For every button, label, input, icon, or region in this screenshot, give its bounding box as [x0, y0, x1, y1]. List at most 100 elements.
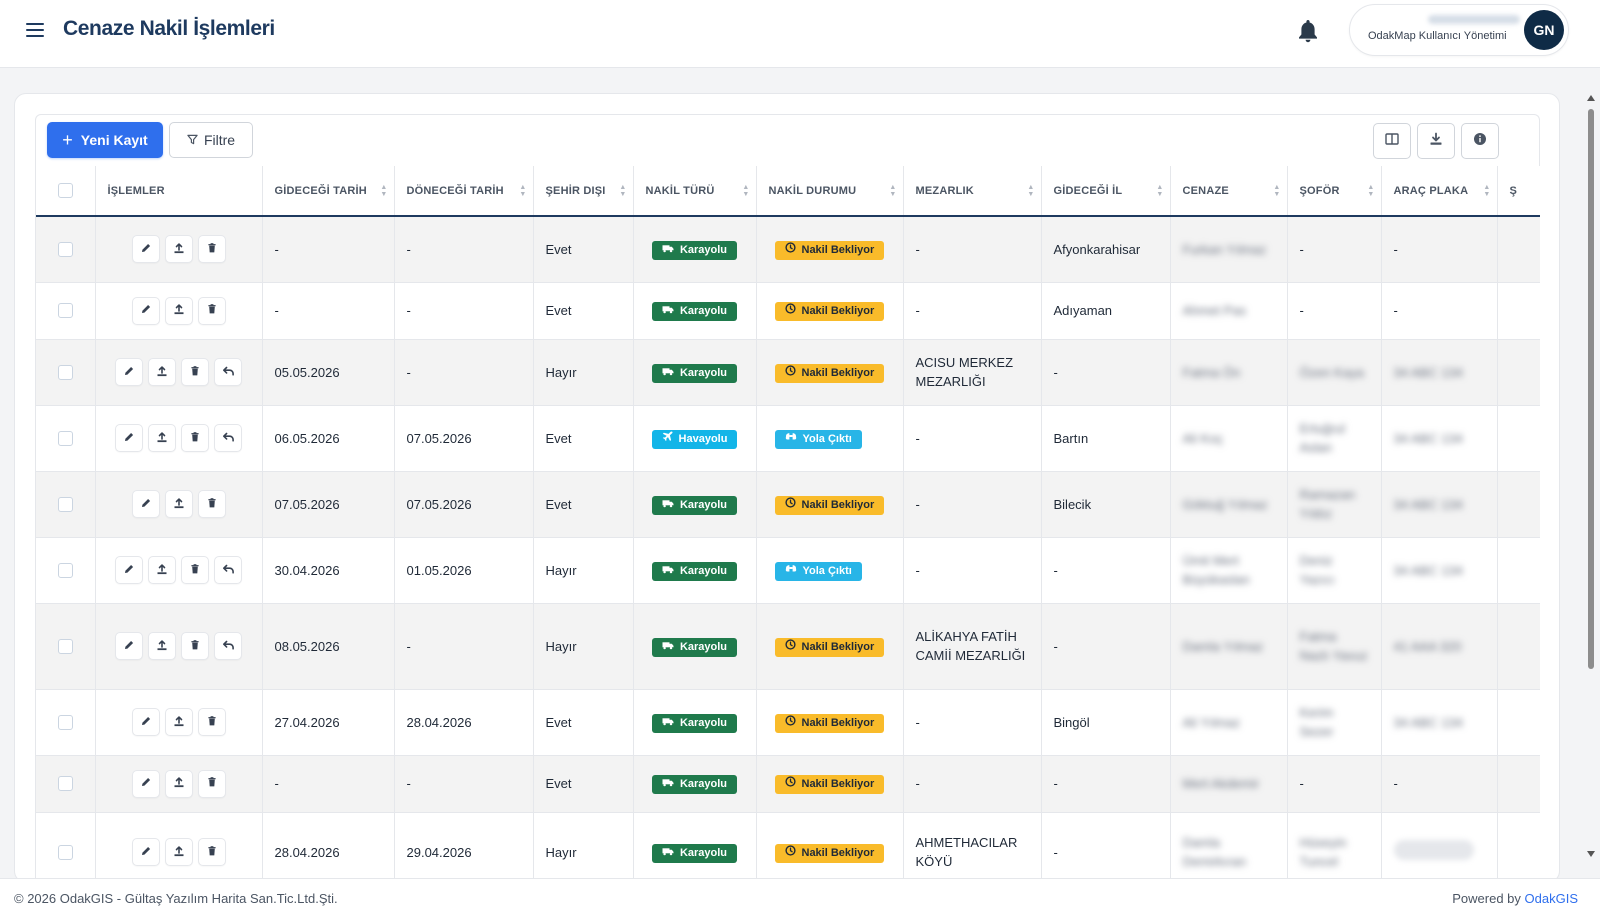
undo-button[interactable]: [214, 358, 242, 386]
odakgis-link[interactable]: OdakGIS: [1525, 891, 1578, 906]
row-select-cell[interactable]: [36, 405, 96, 472]
column-header[interactable]: MEZARLIK ▲ ▼: [903, 166, 1042, 217]
table-row[interactable]: - - Evet Karayolu Nakil Bekliyor - Adıyaman Ahm…: [36, 282, 1540, 340]
table-row[interactable]: 06.05.2026 07.05.2026 Evet Havayolu Yola Çık…: [36, 405, 1540, 472]
filter-button[interactable]: Filtre: [169, 122, 253, 158]
edit-button[interactable]: [115, 424, 143, 452]
row-select-cell[interactable]: [36, 603, 96, 690]
column-header[interactable]: CENAZE ▲ ▼: [1170, 166, 1288, 217]
delete-button[interactable]: [181, 556, 209, 584]
edit-button[interactable]: [115, 632, 143, 660]
row-select-cell[interactable]: [36, 812, 96, 882]
column-header[interactable]: NAKİL DURUMU ▲ ▼: [756, 166, 904, 217]
table-row[interactable]: 05.05.2026- Hayır Karayolu Nakil Bekliyor AC…: [36, 339, 1540, 406]
row-select-cell[interactable]: [36, 755, 96, 813]
row-checkbox[interactable]: [57, 776, 73, 791]
column-header[interactable]: ŞOFÖR ▲ ▼: [1287, 166, 1382, 217]
sort-icon[interactable]: ▲ ▼: [1367, 184, 1374, 198]
sort-icon[interactable]: ▲ ▼: [519, 184, 526, 198]
row-checkbox[interactable]: [57, 241, 73, 257]
scrollbar-thumb[interactable]: [1588, 109, 1594, 669]
row-checkbox[interactable]: [57, 303, 73, 318]
delete-button[interactable]: [197, 490, 226, 518]
delete-button[interactable]: [197, 838, 226, 866]
delete-button[interactable]: [181, 358, 209, 386]
upload-button[interactable]: [148, 424, 176, 452]
new-record-button[interactable]: + Yeni Kayıt: [47, 122, 163, 158]
row-checkbox[interactable]: [57, 562, 73, 578]
upload-button[interactable]: [164, 708, 193, 736]
row-checkbox[interactable]: [57, 844, 73, 860]
upload-button[interactable]: [148, 556, 176, 584]
row-checkbox[interactable]: [57, 364, 73, 380]
delete-button[interactable]: [181, 424, 209, 452]
delete-button[interactable]: [197, 769, 226, 798]
delete-button[interactable]: [197, 296, 226, 325]
edit-button[interactable]: [115, 358, 143, 386]
table-row[interactable]: - - Evet Karayolu Nakil Bekliyor - - Mert Akdem…: [36, 755, 1540, 813]
delete-button[interactable]: [197, 235, 226, 264]
delete-button[interactable]: [197, 708, 226, 736]
sort-icon[interactable]: ▲ ▼: [1156, 184, 1163, 198]
upload-button[interactable]: [148, 358, 176, 386]
export-button[interactable]: [1417, 123, 1455, 159]
delete-button[interactable]: [181, 632, 209, 660]
select-all-checkbox[interactable]: [57, 183, 73, 198]
undo-button[interactable]: [214, 556, 242, 584]
user-menu[interactable]: OdakMap Kullanıcı Yönetimi GN: [1349, 4, 1569, 56]
row-select-cell[interactable]: [36, 471, 96, 538]
row-checkbox[interactable]: [57, 496, 73, 512]
undo-button[interactable]: [214, 424, 242, 452]
header-select-all[interactable]: [36, 166, 96, 217]
edit-button[interactable]: [115, 556, 143, 584]
scroll-down-arrow[interactable]: [1587, 851, 1595, 857]
sort-icon[interactable]: ▲ ▼: [619, 184, 626, 198]
edit-button[interactable]: [131, 769, 160, 798]
column-header[interactable]: GİDECEĞİ İL ▲ ▼: [1041, 166, 1171, 217]
upload-button[interactable]: [164, 296, 193, 325]
row-select-cell[interactable]: [36, 537, 96, 604]
upload-button[interactable]: [164, 490, 193, 518]
upload-button[interactable]: [148, 632, 176, 660]
edit-button[interactable]: [131, 490, 160, 518]
column-header[interactable]: ŞEHİR DIŞI ▲ ▼: [533, 166, 634, 217]
column-header[interactable]: NAKİL TÜRÜ ▲ ▼: [633, 166, 757, 217]
row-checkbox[interactable]: [57, 430, 73, 446]
table-row[interactable]: 28.04.2026 29.04.2026 Hayır Karayolu Nakil B…: [36, 812, 1540, 882]
table-row[interactable]: 08.05.2026- Hayır Karayolu Nakil Bekliyor AL…: [36, 603, 1540, 690]
scroll-up-arrow[interactable]: [1587, 95, 1595, 101]
row-select-cell[interactable]: [36, 216, 96, 283]
hamburger-icon[interactable]: [24, 19, 46, 41]
upload-button[interactable]: [164, 235, 193, 264]
row-checkbox[interactable]: [57, 638, 73, 654]
table-row[interactable]: 27.04.2026 28.04.2026 Evet Karayolu Nakil Be…: [36, 689, 1540, 756]
sort-icon[interactable]: ▲ ▼: [380, 184, 387, 198]
upload-button[interactable]: [164, 838, 193, 866]
row-select-cell[interactable]: [36, 689, 96, 756]
column-header[interactable]: GİDECEĞİ TARİH ▲ ▼: [262, 166, 395, 217]
column-header[interactable]: DÖNECEĞİ TARİH ▲ ▼: [394, 166, 534, 217]
edit-button[interactable]: [131, 708, 160, 736]
bell-icon[interactable]: [1296, 18, 1320, 44]
vertical-scrollbar[interactable]: [1585, 93, 1597, 859]
column-header[interactable]: ARAÇ PLAKA ▲ ▼: [1381, 166, 1498, 217]
row-checkbox[interactable]: [57, 714, 73, 730]
sort-icon[interactable]: ▲ ▼: [1483, 184, 1490, 198]
table-row[interactable]: 30.04.2026 01.05.2026 Hayır Karayolu Yola Çı…: [36, 537, 1540, 604]
edit-button[interactable]: [131, 838, 160, 866]
edit-button[interactable]: [131, 296, 160, 325]
undo-button[interactable]: [214, 632, 242, 660]
sort-icon[interactable]: ▲ ▼: [742, 184, 749, 198]
row-select-cell[interactable]: [36, 339, 96, 406]
info-button[interactable]: [1461, 123, 1499, 159]
column-header[interactable]: Ş: [1497, 166, 1540, 217]
avatar[interactable]: GN: [1524, 10, 1564, 50]
columns-button[interactable]: [1373, 123, 1411, 159]
row-select-cell[interactable]: [36, 282, 96, 340]
table-row[interactable]: 07.05.2026 07.05.2026 Evet Karayolu Nakil Be…: [36, 471, 1540, 538]
upload-button[interactable]: [164, 769, 193, 798]
sort-icon[interactable]: ▲ ▼: [889, 184, 896, 198]
sort-icon[interactable]: ▲ ▼: [1273, 184, 1280, 198]
table-row[interactable]: - - Evet Karayolu Nakil Bekliyor - Afyonkarahi…: [36, 216, 1540, 283]
edit-button[interactable]: [131, 235, 160, 264]
